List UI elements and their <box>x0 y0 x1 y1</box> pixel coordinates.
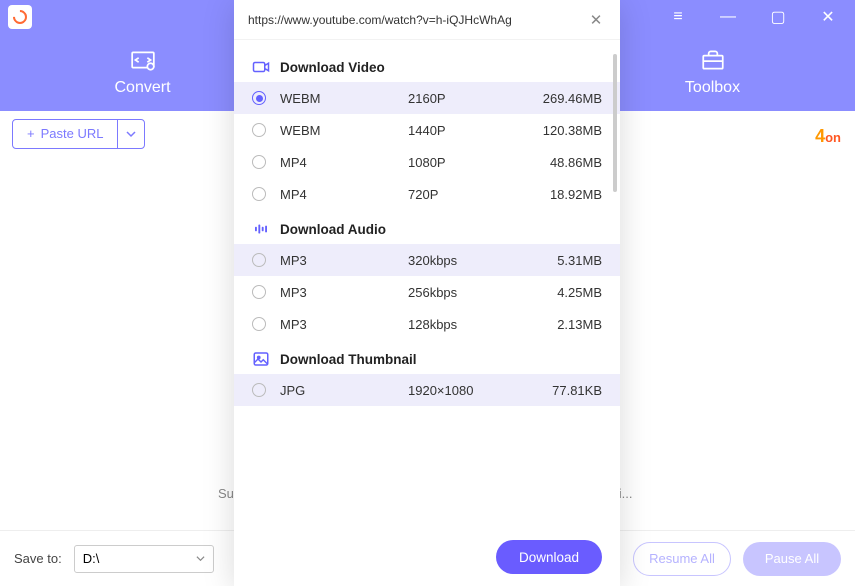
saveto-value: D:\ <box>83 551 100 566</box>
video-option-row[interactable]: MP4720P18.92MB <box>234 178 620 210</box>
pause-all-button[interactable]: Pause All <box>743 542 841 576</box>
saveto-select[interactable]: D:\ <box>74 545 214 573</box>
option-quality: 1080P <box>408 155 550 170</box>
brand-watermark: 4on <box>815 126 841 147</box>
option-format: MP3 <box>280 317 408 332</box>
option-size: 5.31MB <box>557 253 602 268</box>
paste-url-button-group: + Paste URL <box>12 119 145 149</box>
option-format: MP3 <box>280 253 408 268</box>
radio-icon[interactable] <box>252 317 266 331</box>
tab-toolbox-label: Toolbox <box>685 79 740 97</box>
radio-icon[interactable] <box>252 91 266 105</box>
tab-convert-label: Convert <box>114 79 170 97</box>
video-option-row[interactable]: WEBM1440P120.38MB <box>234 114 620 146</box>
option-format: WEBM <box>280 91 408 106</box>
convert-icon <box>130 47 156 73</box>
option-quality: 128kbps <box>408 317 557 332</box>
option-format: JPG <box>280 383 408 398</box>
audio-section-title: Download Audio <box>280 222 386 237</box>
radio-icon[interactable] <box>252 123 266 137</box>
audio-option-row[interactable]: MP3256kbps4.25MB <box>234 276 620 308</box>
option-size: 77.81KB <box>552 383 602 398</box>
thumb-section-title: Download Thumbnail <box>280 352 417 367</box>
option-quality: 256kbps <box>408 285 557 300</box>
audio-option-row[interactable]: MP3320kbps5.31MB <box>234 244 620 276</box>
paste-url-label: Paste URL <box>41 126 104 141</box>
modal-footer: Download <box>234 528 620 586</box>
option-size: 4.25MB <box>557 285 602 300</box>
option-quality: 320kbps <box>408 253 557 268</box>
minimize-button[interactable]: — <box>709 4 747 29</box>
option-quality: 720P <box>408 187 550 202</box>
video-section-title: Download Video <box>280 60 385 75</box>
close-button[interactable]: ✕ <box>809 4 847 29</box>
audio-option-row[interactable]: MP3128kbps2.13MB <box>234 308 620 340</box>
audio-section-header: Download Audio <box>234 210 620 244</box>
radio-icon[interactable] <box>252 383 266 397</box>
video-icon <box>252 58 270 76</box>
thumb-section-header: Download Thumbnail <box>234 340 620 374</box>
radio-icon[interactable] <box>252 285 266 299</box>
saveto-label: Save to: <box>14 551 62 566</box>
thumb-option-row[interactable]: JPG1920×108077.81KB <box>234 374 620 406</box>
url-input[interactable] <box>248 13 586 27</box>
option-size: 48.86MB <box>550 155 602 170</box>
paste-url-button[interactable]: + Paste URL <box>13 120 118 148</box>
maximize-button[interactable]: ▢ <box>759 4 797 29</box>
audio-icon <box>252 220 270 238</box>
option-size: 2.13MB <box>557 317 602 332</box>
menu-icon[interactable]: ≡ <box>659 4 697 29</box>
chevron-down-icon <box>126 129 136 139</box>
download-options-modal: ✕ Download Video WEBM2160P269.46MBWEBM14… <box>234 0 620 586</box>
image-icon <box>252 350 270 368</box>
plus-icon: + <box>27 126 35 141</box>
option-format: MP4 <box>280 155 408 170</box>
option-format: MP3 <box>280 285 408 300</box>
video-option-row[interactable]: WEBM2160P269.46MB <box>234 82 620 114</box>
option-quality: 1920×1080 <box>408 383 552 398</box>
modal-body: Download Video WEBM2160P269.46MBWEBM1440… <box>234 40 620 528</box>
modal-header: ✕ <box>234 0 620 40</box>
scrollbar[interactable] <box>613 54 617 192</box>
chevron-down-icon <box>196 554 205 563</box>
video-section-header: Download Video <box>234 48 620 82</box>
paste-url-dropdown[interactable] <box>118 120 144 148</box>
video-option-row[interactable]: MP41080P48.86MB <box>234 146 620 178</box>
app-logo <box>8 5 32 29</box>
resume-all-button[interactable]: Resume All <box>633 542 731 576</box>
radio-icon[interactable] <box>252 155 266 169</box>
option-quality: 2160P <box>408 91 543 106</box>
radio-icon[interactable] <box>252 187 266 201</box>
option-format: WEBM <box>280 123 408 138</box>
option-format: MP4 <box>280 187 408 202</box>
radio-icon[interactable] <box>252 253 266 267</box>
close-icon[interactable]: ✕ <box>586 11 606 29</box>
toolbox-icon <box>700 47 726 73</box>
option-size: 120.38MB <box>543 123 602 138</box>
option-size: 18.92MB <box>550 187 602 202</box>
option-size: 269.46MB <box>543 91 602 106</box>
option-quality: 1440P <box>408 123 543 138</box>
download-button[interactable]: Download <box>496 540 602 574</box>
